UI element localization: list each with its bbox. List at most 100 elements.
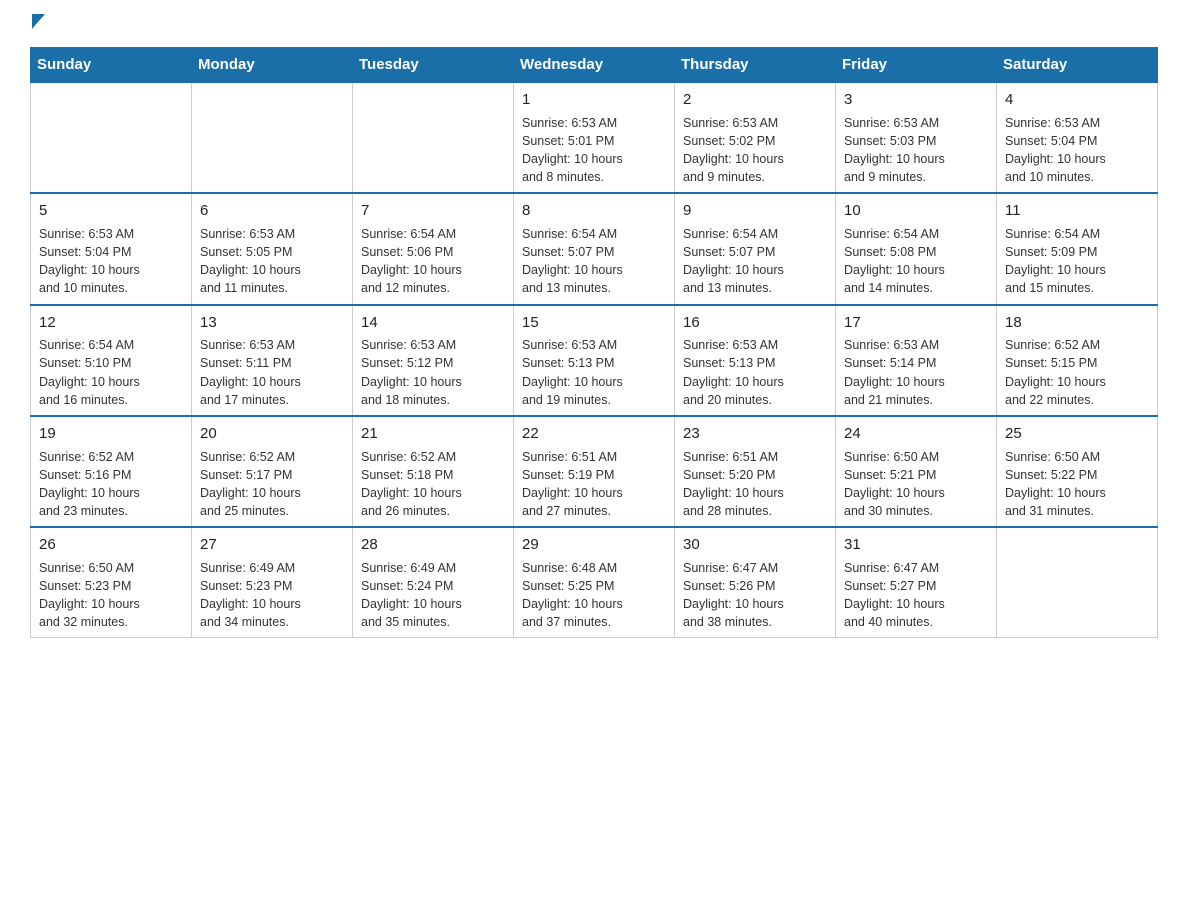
- calendar-cell: 2 Sunrise: 6:53 AM Sunset: 5:02 PM Daylig…: [675, 82, 836, 193]
- day-number: 21: [361, 423, 505, 445]
- calendar-cell: 23 Sunrise: 6:51 AM Sunset: 5:20 PM Dayli…: [675, 416, 836, 527]
- day-info: Sunrise: 6:52 AM Sunset: 5:15 PM Dayligh…: [1005, 336, 1149, 409]
- day-number: 11: [1005, 200, 1149, 222]
- day-info: Sunrise: 6:47 AM Sunset: 5:26 PM Dayligh…: [683, 559, 827, 632]
- day-info: Sunrise: 6:53 AM Sunset: 5:13 PM Dayligh…: [522, 336, 666, 409]
- day-info: Sunrise: 6:52 AM Sunset: 5:17 PM Dayligh…: [200, 448, 344, 521]
- day-number: 22: [522, 423, 666, 445]
- calendar-cell: [31, 82, 192, 193]
- calendar-cell: 24 Sunrise: 6:50 AM Sunset: 5:21 PM Dayli…: [836, 416, 997, 527]
- calendar-cell: 10Sunrise: 6:54 AM Sunset: 5:08 PM Dayli…: [836, 193, 997, 304]
- day-number: 25: [1005, 423, 1149, 445]
- calendar-cell: 1 Sunrise: 6:53 AM Sunset: 5:01 PM Daylig…: [514, 82, 675, 193]
- calendar-cell: 7 Sunrise: 6:54 AM Sunset: 5:06 PM Daylig…: [353, 193, 514, 304]
- day-info: Sunrise: 6:53 AM Sunset: 5:14 PM Dayligh…: [844, 336, 988, 409]
- day-number: 15: [522, 312, 666, 334]
- day-number: 5: [39, 200, 183, 222]
- day-number: 29: [522, 534, 666, 556]
- logo: [30, 20, 45, 29]
- day-number: 7: [361, 200, 505, 222]
- day-number: 30: [683, 534, 827, 556]
- day-number: 1: [522, 89, 666, 111]
- day-number: 8: [522, 200, 666, 222]
- day-info: Sunrise: 6:54 AM Sunset: 5:09 PM Dayligh…: [1005, 225, 1149, 298]
- logo-triangle-icon: [32, 14, 45, 29]
- calendar-cell: 27 Sunrise: 6:49 AM Sunset: 5:23 PM Dayli…: [192, 527, 353, 638]
- day-info: Sunrise: 6:48 AM Sunset: 5:25 PM Dayligh…: [522, 559, 666, 632]
- day-info: Sunrise: 6:50 AM Sunset: 5:22 PM Dayligh…: [1005, 448, 1149, 521]
- calendar-week-2: 5 Sunrise: 6:53 AM Sunset: 5:04 PM Daylig…: [31, 193, 1158, 304]
- calendar-cell: [353, 82, 514, 193]
- calendar-cell: 21 Sunrise: 6:52 AM Sunset: 5:18 PM Dayli…: [353, 416, 514, 527]
- calendar-cell: 3Sunrise: 6:53 AM Sunset: 5:03 PM Daylig…: [836, 82, 997, 193]
- day-number: 26: [39, 534, 183, 556]
- day-number: 2: [683, 89, 827, 111]
- day-info: Sunrise: 6:53 AM Sunset: 5:01 PM Dayligh…: [522, 114, 666, 187]
- day-number: 18: [1005, 312, 1149, 334]
- day-number: 23: [683, 423, 827, 445]
- calendar-week-4: 19Sunrise: 6:52 AM Sunset: 5:16 PM Dayli…: [31, 416, 1158, 527]
- day-number: 4: [1005, 89, 1149, 111]
- day-info: Sunrise: 6:53 AM Sunset: 5:11 PM Dayligh…: [200, 336, 344, 409]
- day-info: Sunrise: 6:53 AM Sunset: 5:04 PM Dayligh…: [1005, 114, 1149, 187]
- calendar-cell: 5 Sunrise: 6:53 AM Sunset: 5:04 PM Daylig…: [31, 193, 192, 304]
- calendar-cell: 30 Sunrise: 6:47 AM Sunset: 5:26 PM Dayli…: [675, 527, 836, 638]
- day-info: Sunrise: 6:50 AM Sunset: 5:23 PM Dayligh…: [39, 559, 183, 632]
- day-number: 31: [844, 534, 988, 556]
- day-info: Sunrise: 6:53 AM Sunset: 5:12 PM Dayligh…: [361, 336, 505, 409]
- calendar-cell: 31Sunrise: 6:47 AM Sunset: 5:27 PM Dayli…: [836, 527, 997, 638]
- calendar-cell: 20 Sunrise: 6:52 AM Sunset: 5:17 PM Dayli…: [192, 416, 353, 527]
- calendar-cell: [192, 82, 353, 193]
- weekday-header-friday: Friday: [836, 48, 997, 83]
- day-info: Sunrise: 6:53 AM Sunset: 5:05 PM Dayligh…: [200, 225, 344, 298]
- calendar-cell: 14Sunrise: 6:53 AM Sunset: 5:12 PM Dayli…: [353, 305, 514, 416]
- calendar-cell: 15Sunrise: 6:53 AM Sunset: 5:13 PM Dayli…: [514, 305, 675, 416]
- calendar-cell: 25 Sunrise: 6:50 AM Sunset: 5:22 PM Dayli…: [997, 416, 1158, 527]
- calendar-cell: 17Sunrise: 6:53 AM Sunset: 5:14 PM Dayli…: [836, 305, 997, 416]
- day-number: 20: [200, 423, 344, 445]
- weekday-header-thursday: Thursday: [675, 48, 836, 83]
- calendar-cell: 26 Sunrise: 6:50 AM Sunset: 5:23 PM Dayli…: [31, 527, 192, 638]
- day-number: 17: [844, 312, 988, 334]
- day-info: Sunrise: 6:53 AM Sunset: 5:02 PM Dayligh…: [683, 114, 827, 187]
- calendar-week-1: 1 Sunrise: 6:53 AM Sunset: 5:01 PM Daylig…: [31, 82, 1158, 193]
- day-info: Sunrise: 6:51 AM Sunset: 5:19 PM Dayligh…: [522, 448, 666, 521]
- day-info: Sunrise: 6:52 AM Sunset: 5:18 PM Dayligh…: [361, 448, 505, 521]
- calendar-cell: 4 Sunrise: 6:53 AM Sunset: 5:04 PM Daylig…: [997, 82, 1158, 193]
- weekday-header-sunday: Sunday: [31, 48, 192, 83]
- calendar-week-5: 26 Sunrise: 6:50 AM Sunset: 5:23 PM Dayli…: [31, 527, 1158, 638]
- weekday-header-tuesday: Tuesday: [353, 48, 514, 83]
- calendar-cell: 19Sunrise: 6:52 AM Sunset: 5:16 PM Dayli…: [31, 416, 192, 527]
- day-number: 9: [683, 200, 827, 222]
- calendar-header-row: SundayMondayTuesdayWednesdayThursdayFrid…: [31, 48, 1158, 83]
- weekday-header-saturday: Saturday: [997, 48, 1158, 83]
- day-number: 24: [844, 423, 988, 445]
- weekday-header-wednesday: Wednesday: [514, 48, 675, 83]
- day-number: 14: [361, 312, 505, 334]
- day-info: Sunrise: 6:50 AM Sunset: 5:21 PM Dayligh…: [844, 448, 988, 521]
- calendar-cell: 22 Sunrise: 6:51 AM Sunset: 5:19 PM Dayli…: [514, 416, 675, 527]
- day-number: 12: [39, 312, 183, 334]
- calendar-cell: 9 Sunrise: 6:54 AM Sunset: 5:07 PM Daylig…: [675, 193, 836, 304]
- day-info: Sunrise: 6:54 AM Sunset: 5:07 PM Dayligh…: [683, 225, 827, 298]
- day-info: Sunrise: 6:49 AM Sunset: 5:23 PM Dayligh…: [200, 559, 344, 632]
- day-number: 3: [844, 89, 988, 111]
- calendar-week-3: 12Sunrise: 6:54 AM Sunset: 5:10 PM Dayli…: [31, 305, 1158, 416]
- day-info: Sunrise: 6:54 AM Sunset: 5:06 PM Dayligh…: [361, 225, 505, 298]
- day-info: Sunrise: 6:51 AM Sunset: 5:20 PM Dayligh…: [683, 448, 827, 521]
- page-header: [30, 20, 1158, 29]
- day-number: 6: [200, 200, 344, 222]
- day-number: 10: [844, 200, 988, 222]
- calendar-cell: 28Sunrise: 6:49 AM Sunset: 5:24 PM Dayli…: [353, 527, 514, 638]
- day-info: Sunrise: 6:53 AM Sunset: 5:04 PM Dayligh…: [39, 225, 183, 298]
- calendar-cell: 13Sunrise: 6:53 AM Sunset: 5:11 PM Dayli…: [192, 305, 353, 416]
- calendar-cell: 6 Sunrise: 6:53 AM Sunset: 5:05 PM Daylig…: [192, 193, 353, 304]
- calendar-cell: 12Sunrise: 6:54 AM Sunset: 5:10 PM Dayli…: [31, 305, 192, 416]
- calendar-cell: 11 Sunrise: 6:54 AM Sunset: 5:09 PM Dayli…: [997, 193, 1158, 304]
- day-number: 27: [200, 534, 344, 556]
- day-info: Sunrise: 6:49 AM Sunset: 5:24 PM Dayligh…: [361, 559, 505, 632]
- day-number: 19: [39, 423, 183, 445]
- day-info: Sunrise: 6:54 AM Sunset: 5:10 PM Dayligh…: [39, 336, 183, 409]
- calendar-table: SundayMondayTuesdayWednesdayThursdayFrid…: [30, 47, 1158, 638]
- calendar-cell: 8Sunrise: 6:54 AM Sunset: 5:07 PM Daylig…: [514, 193, 675, 304]
